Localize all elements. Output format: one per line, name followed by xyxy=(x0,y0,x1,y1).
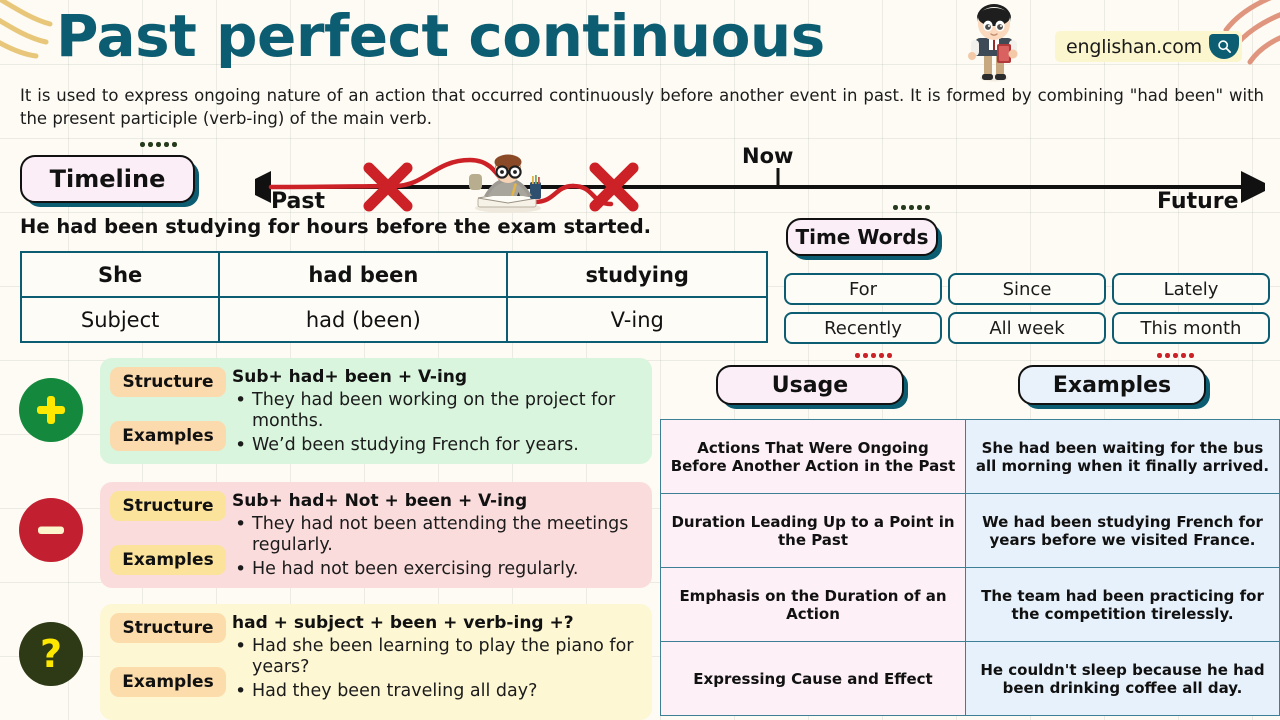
table-row-structure-head: She had been studying xyxy=(19,251,768,298)
timeline-now-label: Now xyxy=(742,144,794,168)
question-examples-tag: Examples xyxy=(110,667,226,697)
time-word-chip[interactable]: This month xyxy=(1112,312,1270,344)
positive-structure-tag: Structure xyxy=(110,367,226,397)
negative-form-tags: Structure Examples xyxy=(100,482,236,575)
positive-form-tags: Structure Examples xyxy=(100,358,236,451)
examples-badge: Examples xyxy=(1018,365,1206,405)
table-row: Expressing Cause and Effect He couldn't … xyxy=(660,641,1280,716)
table-row-structure-body: Subject had (been) V-ing xyxy=(19,296,768,343)
question-examples-list: Had she been learning to play the piano … xyxy=(232,635,642,703)
question-form-tags: Structure Examples xyxy=(100,604,236,697)
question-form-block: Structure Examples had + subject + been … xyxy=(100,604,652,720)
table-row: Actions That Were Ongoing Before Another… xyxy=(660,419,1280,494)
usage-cell: Expressing Cause and Effect xyxy=(660,641,966,716)
negative-structure-text: Sub+ had+ Not + been + V-ing xyxy=(232,491,528,511)
examples-pill-dots xyxy=(1157,353,1194,358)
usage-examples-table: Actions That Were Ongoing Before Another… xyxy=(660,419,1280,716)
time-words-badge: Time Words xyxy=(786,218,938,256)
time-word-chip[interactable]: For xyxy=(784,273,942,305)
time-words-pill-dots xyxy=(893,205,930,210)
usage-cell: Actions That Were Ongoing Before Another… xyxy=(660,419,966,494)
example-cell: She had been waiting for the bus all mor… xyxy=(965,419,1280,494)
negative-form-block: Structure Examples Sub+ had+ Not + been … xyxy=(100,482,652,588)
minus-icon xyxy=(19,498,83,562)
table-row: Duration Leading Up to a Point in the Pa… xyxy=(660,493,1280,568)
structure-head-auxiliary: had been xyxy=(218,251,509,298)
example-cell: He couldn't sleep because he had been dr… xyxy=(965,641,1280,716)
negative-examples-list: They had not been attending the meetings… xyxy=(232,513,642,581)
brand-badge[interactable]: englishan.com xyxy=(1055,31,1242,62)
negative-examples-tag: Examples xyxy=(110,545,226,575)
timeline-badge: Timeline xyxy=(20,155,195,203)
structure-body-verb: V-ing xyxy=(506,296,768,343)
plus-icon xyxy=(19,378,83,442)
example-cell: We had been studying French for years be… xyxy=(965,493,1280,568)
positive-examples-list: They had been working on the project for… xyxy=(232,389,642,457)
table-row: Emphasis on the Duration of an Action Th… xyxy=(660,567,1280,642)
positive-form-body: Sub+ had+ been + V-ing They had been wor… xyxy=(232,358,652,464)
negative-structure-tag: Structure xyxy=(110,491,226,521)
time-word-chip[interactable]: Lately xyxy=(1112,273,1270,305)
student-mascot-illustration xyxy=(968,4,1018,82)
time-word-chip[interactable]: Since xyxy=(948,273,1106,305)
structure-head-verb: studying xyxy=(506,251,768,298)
question-form-body: had + subject + been + verb-ing +? Had s… xyxy=(232,604,652,710)
timeline-pill-dots xyxy=(140,142,177,147)
positive-examples-tag: Examples xyxy=(110,421,226,451)
list-item: He had not been exercising regularly. xyxy=(232,558,642,581)
negative-form-body: Sub+ had+ Not + been + V-ing They had no… xyxy=(232,482,652,588)
page-title: Past perfect continuous xyxy=(56,2,825,70)
structure-body-subject: Subject xyxy=(19,296,221,343)
list-item: They had not been attending the meetings… xyxy=(232,513,642,556)
usage-pill-dots xyxy=(855,353,892,358)
usage-cell: Duration Leading Up to a Point in the Pa… xyxy=(660,493,966,568)
time-word-chip[interactable]: Recently xyxy=(784,312,942,344)
brand-label: englishan.com xyxy=(1066,35,1202,58)
intro-paragraph: It is used to express ongoing nature of … xyxy=(20,86,1264,129)
timeline-example-sentence: He had been studying for hours before th… xyxy=(20,215,652,238)
question-structure-text: had + subject + been + verb-ing +? xyxy=(232,613,574,633)
positive-form-block: Structure Examples Sub+ had+ been + V-in… xyxy=(100,358,652,464)
positive-structure-text: Sub+ had+ been + V-ing xyxy=(232,367,468,387)
usage-badge: Usage xyxy=(716,365,904,405)
list-item: Had she been learning to play the piano … xyxy=(232,635,642,678)
structure-body-auxiliary: had (been) xyxy=(218,296,509,343)
list-item: We’d been studying French for years. xyxy=(232,434,642,457)
list-item: Had they been traveling all day? xyxy=(232,680,642,703)
usage-cell: Emphasis on the Duration of an Action xyxy=(660,567,966,642)
question-mark-icon: ? xyxy=(19,622,83,686)
list-item: They had been working on the project for… xyxy=(232,389,642,432)
example-cell: The team had been practicing for the com… xyxy=(965,567,1280,642)
time-word-chip[interactable]: All week xyxy=(948,312,1106,344)
timeline-future-label: Future xyxy=(1157,189,1239,214)
timeline-past-label: Past xyxy=(271,189,325,214)
search-icon[interactable] xyxy=(1209,34,1239,59)
question-structure-tag: Structure xyxy=(110,613,226,643)
time-words-grid: For Since Lately Recently All week This … xyxy=(784,273,1270,344)
studying-student-illustration xyxy=(469,154,541,213)
structure-table: She had been studying Subject had (been)… xyxy=(19,251,768,343)
structure-head-subject: She xyxy=(19,251,221,298)
